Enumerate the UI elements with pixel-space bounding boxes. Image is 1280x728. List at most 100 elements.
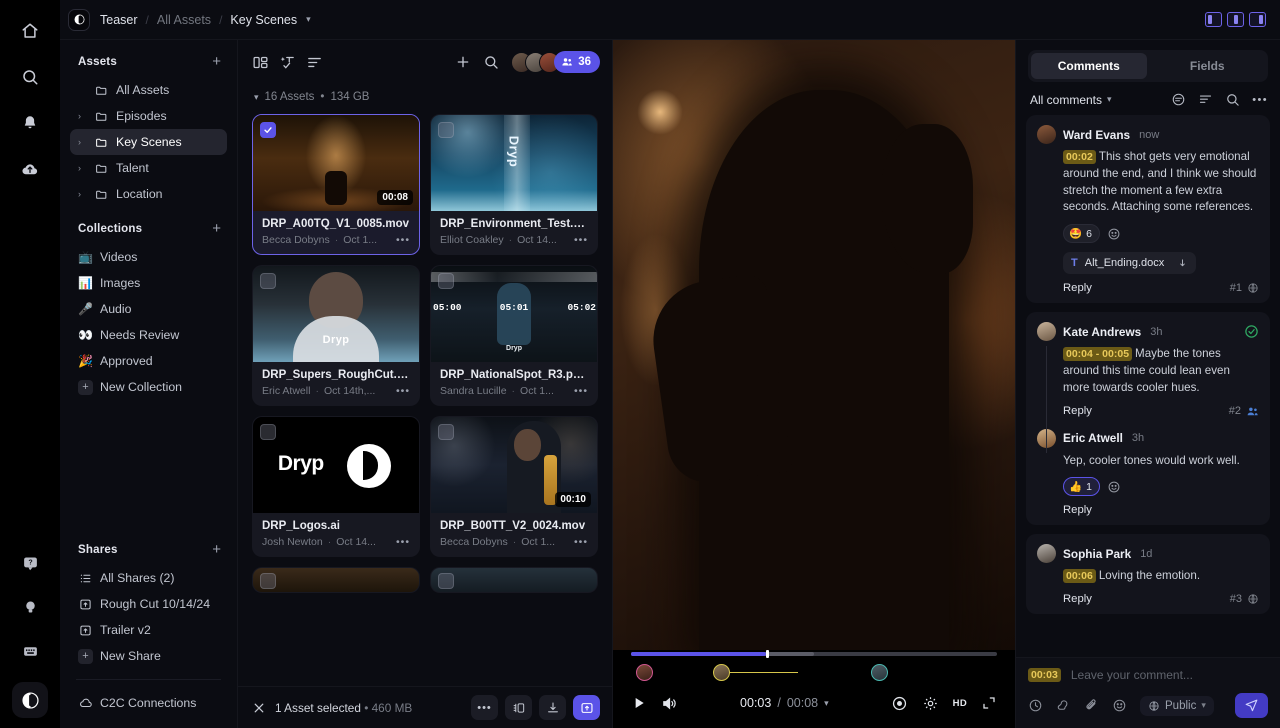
- asset-card[interactable]: Dryp DRP_Logos.ai Josh Newton · Oct 14..…: [252, 416, 420, 557]
- sidebar-item-all-shares[interactable]: All Shares (2): [70, 565, 227, 591]
- comment-marker[interactable]: [713, 664, 730, 681]
- sidebar-item-key-scenes[interactable]: › Key Scenes: [70, 129, 227, 155]
- sidebar-item-rough-cut[interactable]: Rough Cut 10/14/24: [70, 591, 227, 617]
- app-logo-button[interactable]: [12, 682, 48, 718]
- comment-thread[interactable]: Ward Evans now 00:02This shot gets very …: [1026, 115, 1270, 303]
- comment-timecode[interactable]: 00:04 - 00:05: [1063, 347, 1132, 361]
- download-icon[interactable]: [539, 695, 566, 720]
- volume-button[interactable]: [661, 695, 678, 712]
- reply-button[interactable]: Reply: [1063, 593, 1092, 605]
- sidebar-item-new-collection[interactable]: + New Collection: [70, 374, 227, 400]
- asset-card[interactable]: 00:10 DRP_B00TT_V2_0024.mov Becca Dobyns…: [430, 416, 598, 557]
- asset-checkbox[interactable]: [260, 273, 276, 289]
- asset-checkbox[interactable]: [438, 122, 454, 138]
- lightbulb-icon[interactable]: [13, 590, 47, 624]
- visibility-dropdown[interactable]: Public ▾: [1140, 696, 1214, 716]
- comment-marker[interactable]: [871, 664, 888, 681]
- apps-icon[interactable]: [13, 634, 47, 668]
- search-icon[interactable]: [1225, 92, 1240, 107]
- comments-filter-dropdown[interactable]: All comments ▾: [1030, 93, 1112, 107]
- composer-timecode[interactable]: 00:03: [1028, 668, 1061, 682]
- asset-more-icon[interactable]: •••: [574, 234, 588, 246]
- add-reaction-icon[interactable]: [1107, 480, 1121, 494]
- play-button[interactable]: [631, 695, 647, 711]
- collaborator-avatars[interactable]: 36: [511, 51, 600, 73]
- asset-more-icon[interactable]: •••: [574, 536, 588, 548]
- list-options-icon[interactable]: [306, 54, 323, 71]
- annotate-icon[interactable]: [1171, 92, 1186, 107]
- settings-gear-icon[interactable]: [922, 695, 939, 712]
- reaction-chip[interactable]: 🤩 6: [1063, 224, 1100, 243]
- asset-checkbox[interactable]: [438, 424, 454, 440]
- asset-more-icon[interactable]: •••: [396, 536, 410, 548]
- attach-icon[interactable]: [1084, 698, 1099, 713]
- asset-card[interactable]: Dryp DRP_Supers_RoughCut.aep Eric Atwell…: [252, 265, 420, 406]
- chevron-right-icon[interactable]: ›: [78, 111, 87, 121]
- asset-checkbox[interactable]: [260, 573, 276, 589]
- chevron-right-icon[interactable]: ›: [78, 163, 87, 173]
- video-viewport[interactable]: [613, 40, 1015, 650]
- breadcrumb-key-scenes[interactable]: Key Scenes: [230, 13, 297, 27]
- comment-reply[interactable]: Eric Atwell 3h Yep, cooler tones would w…: [1037, 429, 1259, 517]
- sidebar-item-needs-review[interactable]: 👀 Needs Review: [70, 322, 227, 348]
- help-icon[interactable]: ?: [13, 546, 47, 580]
- notifications-bell-icon[interactable]: [13, 106, 47, 140]
- playhead[interactable]: [766, 650, 769, 658]
- chevron-down-icon[interactable]: ▾: [254, 92, 259, 103]
- sidebar-item-images[interactable]: 📊 Images: [70, 270, 227, 296]
- breadcrumb-project[interactable]: Teaser: [100, 13, 138, 27]
- fullscreen-icon[interactable]: [981, 695, 997, 711]
- comment-marker[interactable]: [636, 664, 653, 681]
- record-icon[interactable]: [1028, 698, 1043, 713]
- more-options-icon[interactable]: •••: [471, 695, 498, 720]
- comment-input[interactable]: Leave your comment...: [1071, 668, 1193, 682]
- asset-more-icon[interactable]: •••: [396, 385, 410, 397]
- emoji-icon[interactable]: [1112, 698, 1127, 713]
- draw-icon[interactable]: [1056, 698, 1071, 713]
- add-collection-icon[interactable]: +: [212, 221, 221, 236]
- upload-cloud-icon[interactable]: [13, 152, 47, 186]
- comment-attachment[interactable]: T Alt_Ending.docx: [1063, 252, 1196, 274]
- home-icon[interactable]: [13, 14, 47, 48]
- toggle-left-panel-button[interactable]: [1205, 12, 1222, 27]
- smart-sort-icon[interactable]: [279, 54, 296, 71]
- chevron-down-icon[interactable]: ▾: [306, 14, 311, 25]
- sort-icon[interactable]: [1198, 92, 1213, 107]
- comment-timecode[interactable]: 00:02: [1063, 150, 1096, 164]
- asset-checkbox[interactable]: [438, 273, 454, 289]
- search-icon[interactable]: [13, 60, 47, 94]
- members-count-pill[interactable]: 36: [554, 51, 600, 73]
- comment-thread[interactable]: Kate Andrews 3h 00:04 - 00:05Maybe the t…: [1026, 312, 1270, 525]
- reply-button[interactable]: Reply: [1063, 282, 1092, 294]
- sidebar-item-episodes[interactable]: › Episodes: [70, 103, 227, 129]
- quality-label[interactable]: HD: [953, 698, 967, 709]
- asset-card[interactable]: 05:00 05:01 05:02 Dryp DRP_NationalSpot_…: [430, 265, 598, 406]
- toggle-center-panel-button[interactable]: [1227, 12, 1244, 27]
- clear-selection-icon[interactable]: [252, 701, 266, 715]
- sidebar-item-talent[interactable]: › Talent: [70, 155, 227, 181]
- asset-card[interactable]: [252, 567, 420, 593]
- asset-checkbox[interactable]: [260, 122, 276, 138]
- sidebar-item-trailer-v2[interactable]: Trailer v2: [70, 617, 227, 643]
- asset-card[interactable]: 00:08 DRP_A00TQ_V1_0085.mov Becca Dobyns…: [252, 114, 420, 255]
- composer-input-row[interactable]: 00:03 Leave your comment...: [1028, 668, 1268, 682]
- add-asset-button[interactable]: [455, 54, 471, 70]
- search-assets-icon[interactable]: [483, 54, 499, 70]
- more-icon[interactable]: •••: [1252, 92, 1268, 107]
- tab-fields[interactable]: Fields: [1150, 53, 1266, 79]
- sidebar-item-new-share[interactable]: + New Share: [70, 643, 227, 669]
- chevron-right-icon[interactable]: ›: [78, 189, 87, 199]
- grid-view-icon[interactable]: [252, 54, 269, 71]
- asset-more-icon[interactable]: •••: [574, 385, 588, 397]
- reaction-chip[interactable]: 👍 1: [1063, 477, 1100, 496]
- progress-bar[interactable]: [631, 652, 997, 656]
- sidebar-item-approved[interactable]: 🎉 Approved: [70, 348, 227, 374]
- sidebar-item-location[interactable]: › Location: [70, 181, 227, 207]
- reply-button[interactable]: Reply: [1063, 504, 1092, 516]
- send-comment-button[interactable]: [1235, 693, 1268, 718]
- breadcrumb-all-assets[interactable]: All Assets: [157, 13, 211, 27]
- toggle-right-panel-button[interactable]: [1249, 12, 1266, 27]
- sidebar-item-all-assets[interactable]: › All Assets: [70, 77, 227, 103]
- resolved-check-icon[interactable]: [1244, 324, 1259, 339]
- share-selection-icon[interactable]: [573, 695, 600, 720]
